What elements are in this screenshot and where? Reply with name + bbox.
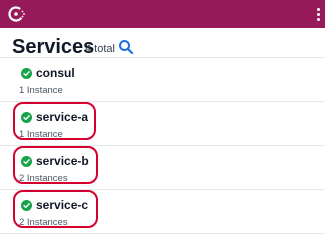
kebab-menu-icon[interactable]: [313, 4, 323, 24]
instance-count: 1 Instance: [19, 85, 63, 96]
instance-count: 2 Instances: [19, 173, 68, 184]
check-circle-icon: [21, 112, 32, 123]
service-name[interactable]: service-a: [36, 110, 88, 124]
divider: [0, 233, 325, 234]
service-row-consul[interactable]: consul 1 Instance: [0, 58, 325, 101]
service-row-service-b[interactable]: service-b 2 Instances: [0, 146, 325, 189]
search-icon[interactable]: [118, 39, 134, 55]
service-name[interactable]: consul: [36, 66, 75, 80]
top-navigation-bar: [0, 0, 325, 28]
service-name[interactable]: service-b: [36, 154, 89, 168]
instance-count: 2 Instances: [19, 217, 68, 228]
service-row-service-c[interactable]: service-c 2 Instances: [0, 190, 325, 233]
consul-logo-icon[interactable]: [6, 3, 28, 25]
check-circle-icon: [21, 156, 32, 167]
service-count: 4 total: [85, 43, 115, 55]
service-name[interactable]: service-c: [36, 198, 88, 212]
service-row-service-a[interactable]: service-a 1 Instance: [0, 102, 325, 145]
check-circle-icon: [21, 68, 32, 79]
check-circle-icon: [21, 200, 32, 211]
instance-count: 1 Instance: [19, 129, 63, 140]
